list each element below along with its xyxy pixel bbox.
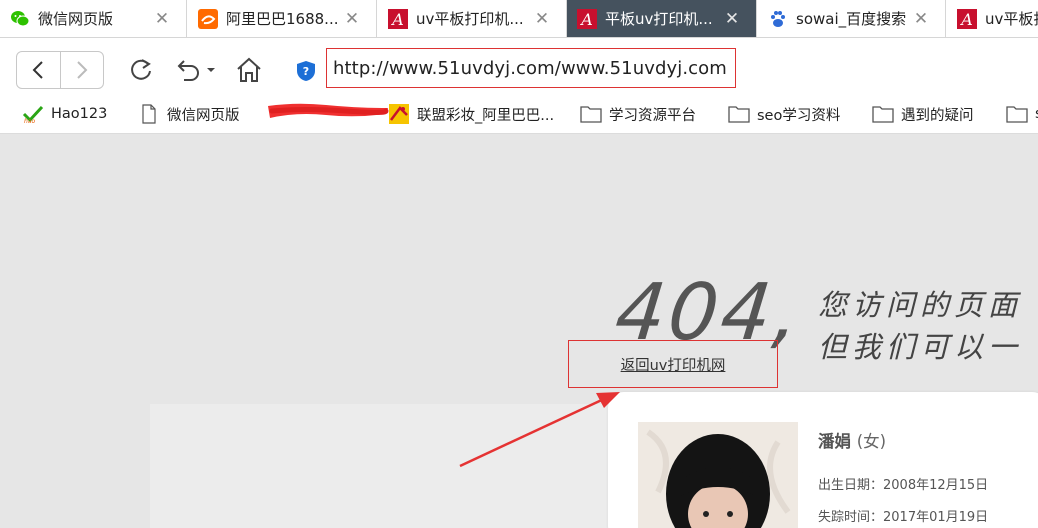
acrobat-icon: A — [577, 8, 597, 29]
chevron-right-icon — [77, 61, 88, 79]
missing-person-card[interactable]: 潘娟 (女) 出生日期：2008年12月15日 失踪时间：2017年01月19日 — [608, 392, 1038, 528]
bookmark-label: 联盟彩妆_阿里巴巴... — [417, 107, 555, 124]
home-icon — [237, 57, 261, 82]
chevron-left-icon — [33, 61, 44, 79]
acrobat-icon: A — [388, 8, 408, 29]
baidu-paw-icon — [768, 9, 788, 29]
close-icon[interactable]: ✕ — [152, 9, 172, 29]
tab-uv-printer-active[interactable]: A 平板uv打印机... ✕ — [567, 0, 757, 37]
svg-text:hao: hao — [24, 118, 35, 124]
tab-bar: 微信网页版 ✕ 阿里巴巴1688... ✕ A uv平板打印机... ✕ A 平… — [0, 0, 1038, 38]
person-photo — [638, 422, 798, 528]
tab-uv-printer-2[interactable]: A uv平板打 — [947, 0, 1038, 37]
security-shield[interactable]: ? — [294, 59, 318, 83]
close-icon[interactable]: ✕ — [342, 9, 362, 29]
error-message-line1: 您访问的页面 — [818, 288, 1023, 322]
bookmark-folder-more[interactable]: s — [1006, 96, 1038, 132]
url-text: http://www.51uvdyj.com/www.51uvdyj.com — [333, 57, 727, 79]
bookmarks-bar: hao Hao123 微信网页版 联盟彩妆_阿里巴巴... 学习资源平台 seo… — [0, 96, 1038, 134]
folder-icon — [728, 103, 750, 125]
acrobat-icon: A — [957, 8, 977, 29]
svg-text:A: A — [579, 10, 593, 29]
redaction-scribble — [268, 103, 389, 118]
bookmark-label: 遇到的疑问 — [901, 107, 974, 124]
bookmark-label: seo学习资料 — [757, 107, 841, 124]
folder-icon — [872, 103, 894, 125]
refresh-button[interactable] — [126, 55, 156, 85]
person-gender: (女) — [856, 432, 887, 451]
bookmark-folder-questions[interactable]: 遇到的疑问 — [872, 96, 974, 132]
bookmark-site-icon — [388, 103, 410, 125]
bookmark-label: 学习资源平台 — [609, 107, 696, 124]
person-name-text: 潘娟 — [818, 432, 851, 451]
alibaba-icon — [198, 8, 218, 29]
svg-text:A: A — [390, 10, 404, 29]
tab-uv-printer-1[interactable]: A uv平板打印机... ✕ — [378, 0, 567, 37]
undo-icon — [177, 60, 199, 81]
tab-baidu-search[interactable]: sowai_百度搜索 ✕ — [758, 0, 946, 37]
close-icon[interactable]: ✕ — [911, 9, 931, 29]
birth-date: 出生日期：2008年12月15日 — [818, 478, 989, 493]
wechat-icon — [10, 9, 30, 29]
tab-wechat[interactable]: 微信网页版 ✕ — [0, 0, 187, 37]
close-icon[interactable]: ✕ — [532, 9, 552, 29]
home-button[interactable] — [232, 54, 266, 86]
caret-down-icon — [207, 68, 215, 72]
tab-label: 平板uv打印机... — [605, 10, 713, 28]
refresh-icon — [131, 59, 151, 80]
shield-icon: ? — [297, 61, 315, 81]
tab-label: uv平板打 — [985, 10, 1038, 28]
missing-date: 失踪时间：2017年01月19日 — [818, 510, 989, 525]
page-icon — [138, 103, 160, 125]
bookmark-alliance-makeup[interactable]: 联盟彩妆_阿里巴巴... — [388, 96, 554, 132]
svg-text:A: A — [959, 10, 973, 29]
bookmark-folder-seo[interactable]: seo学习资料 — [728, 96, 840, 132]
close-icon[interactable]: ✕ — [722, 9, 742, 29]
page-content: 404, 您访问的页面 但我们可以一 返回uv打印机网 潘娟 (女) 出生日期：… — [0, 134, 1038, 528]
address-bar[interactable]: http://www.51uvdyj.com/www.51uvdyj.com — [326, 48, 736, 88]
folder-icon — [1006, 103, 1028, 125]
undo-close-button[interactable] — [172, 55, 220, 85]
forward-button[interactable] — [59, 52, 103, 88]
tab-label: 微信网页版 — [38, 10, 114, 28]
bookmark-hao123[interactable]: hao Hao123 — [22, 96, 107, 132]
tab-alibaba[interactable]: 阿里巴巴1688... ✕ — [188, 0, 377, 37]
tab-label: sowai_百度搜索 — [796, 10, 907, 28]
toolbar: ? http://www.51uvdyj.com/www.51uvdyj.com — [0, 38, 1038, 96]
back-button[interactable] — [17, 52, 60, 88]
tab-label: 阿里巴巴1688... — [226, 10, 339, 28]
return-link-highlight: 返回uv打印机网 — [568, 340, 778, 388]
error-message-line2: 但我们可以一 — [818, 330, 1023, 364]
bookmark-label: 微信网页版 — [167, 107, 240, 124]
bookmark-folder-learning[interactable]: 学习资源平台 — [580, 96, 696, 132]
nav-buttons — [16, 51, 104, 89]
hao123-icon: hao — [22, 103, 44, 125]
svg-text:?: ? — [303, 65, 309, 78]
return-home-link[interactable]: 返回uv打印机网 — [621, 354, 726, 375]
bookmark-label: Hao123 — [51, 106, 108, 122]
bookmark-wechat-web[interactable]: 微信网页版 — [138, 96, 240, 132]
folder-icon — [580, 103, 602, 125]
person-name: 潘娟 (女) — [818, 428, 886, 452]
tab-label: uv平板打印机... — [416, 10, 524, 28]
